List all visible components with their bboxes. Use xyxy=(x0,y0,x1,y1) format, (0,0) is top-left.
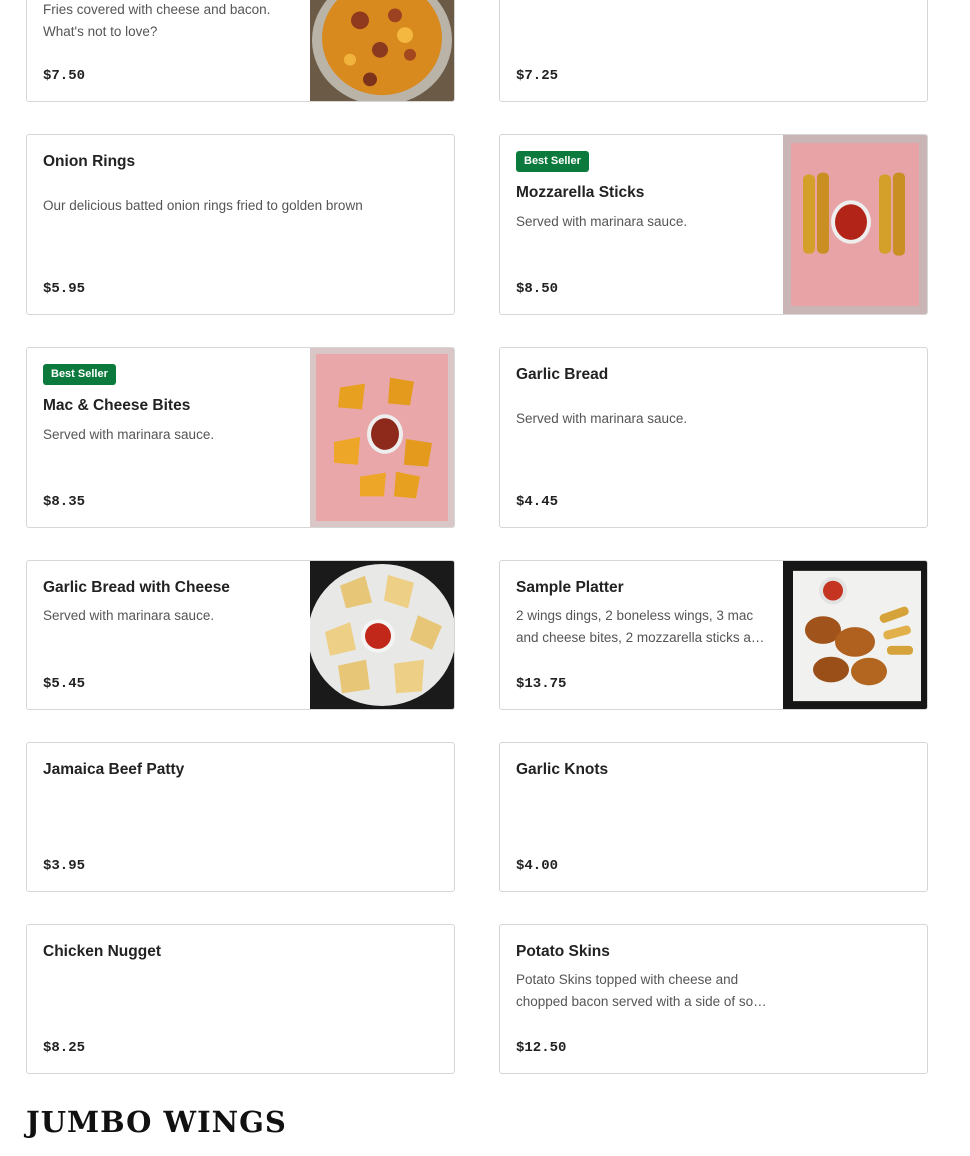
item-price: $8.25 xyxy=(43,1040,86,1056)
menu-item-onion-rings[interactable]: Onion Rings Our delicious batted onion r… xyxy=(26,134,455,315)
item-title: Mac & Cheese Bites xyxy=(43,397,191,414)
best-seller-badge: Best Seller xyxy=(516,151,589,172)
item-description: 2 wings dings, 2 boneless wings, 3 mac a… xyxy=(516,608,766,645)
item-price: $7.50 xyxy=(43,68,86,84)
item-price: $8.35 xyxy=(43,494,86,510)
item-title: Onion Rings xyxy=(43,153,136,170)
item-title: Garlic Knots xyxy=(516,761,609,778)
menu-item-garlic-bread[interactable]: Garlic Bread Served with marinara sauce.… xyxy=(499,347,928,528)
best-seller-badge: Best Seller xyxy=(43,364,116,385)
item-title: Sample Platter xyxy=(516,579,624,596)
item-description: Served with marinara sauce. xyxy=(43,608,215,623)
menu-item-jamaica-beef-patty[interactable]: Jamaica Beef Patty $3.95 xyxy=(26,742,455,892)
section-heading-jumbo-wings: JUMBO WINGS xyxy=(26,1105,287,1139)
item-description: Fries covered with cheese and bacon. Wha… xyxy=(43,2,271,39)
item-price: $4.45 xyxy=(516,494,559,510)
item-price: $7.25 xyxy=(516,68,559,84)
menu-item-cheese-bacon-fries[interactable]: Fries covered with cheese and bacon. Wha… xyxy=(26,0,455,102)
menu-item-mozzarella-sticks[interactable]: Best Seller Mozzarella Sticks Served wit… xyxy=(499,134,928,315)
item-title: Chicken Nugget xyxy=(43,943,161,960)
item-description: Our delicious batted onion rings fried t… xyxy=(43,198,363,213)
item-title: Garlic Bread xyxy=(516,366,609,383)
item-price: $12.50 xyxy=(516,1040,567,1056)
item-description: Served with marinara sauce. xyxy=(516,411,688,426)
item-photo xyxy=(310,0,454,101)
menu-item-garlic-bread-cheese[interactable]: Garlic Bread with Cheese Served with mar… xyxy=(26,560,455,710)
item-photo xyxy=(783,135,927,314)
item-price: $8.50 xyxy=(516,281,559,297)
item-title: Potato Skins xyxy=(516,943,610,960)
menu-item-chicken-nugget[interactable]: Chicken Nugget $8.25 xyxy=(26,924,455,1074)
item-price: $3.95 xyxy=(43,858,86,874)
item-description: Potato Skins topped with cheese and chop… xyxy=(516,972,766,1009)
item-photo xyxy=(310,348,454,527)
menu-item-garlic-knots[interactable]: Garlic Knots $4.00 xyxy=(499,742,928,892)
item-title: Jamaica Beef Patty xyxy=(43,761,185,778)
menu-item-sample-platter[interactable]: Sample Platter 2 wings dings, 2 boneless… xyxy=(499,560,928,710)
item-price: $4.00 xyxy=(516,858,559,874)
menu-item-mac-cheese-bites[interactable]: Best Seller Mac & Cheese Bites Served wi… xyxy=(26,347,455,528)
item-description: Served with marinara sauce. xyxy=(516,214,688,229)
item-title: Garlic Bread with Cheese xyxy=(43,579,230,596)
menu-item-top-right[interactable]: $7.25 xyxy=(499,0,928,102)
item-description: Served with marinara sauce. xyxy=(43,427,215,442)
item-price: $5.45 xyxy=(43,676,86,692)
item-price: $5.95 xyxy=(43,281,86,297)
menu-item-potato-skins[interactable]: Potato Skins Potato Skins topped with ch… xyxy=(499,924,928,1074)
item-photo xyxy=(310,561,454,709)
item-photo xyxy=(783,561,927,709)
item-title: Mozzarella Sticks xyxy=(516,184,645,201)
item-price: $13.75 xyxy=(516,676,567,692)
